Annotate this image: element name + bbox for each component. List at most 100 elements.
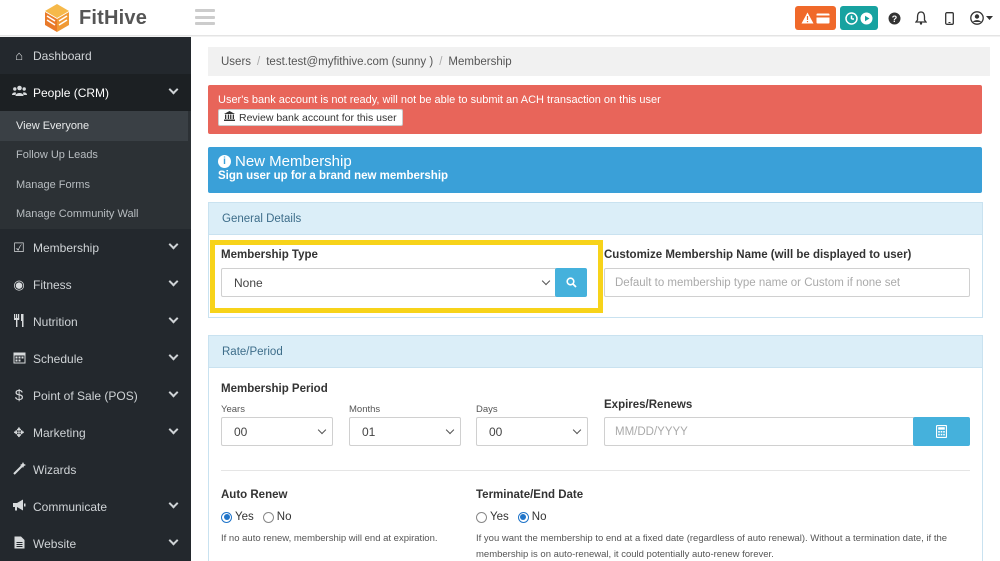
bank-alert-message: User's bank account is not ready, will n… (218, 94, 661, 106)
chevron-down-icon (168, 84, 179, 95)
review-bank-account-button[interactable]: Review bank account for this user (218, 109, 403, 126)
notifications-bell-icon[interactable] (912, 9, 930, 27)
terminate-options: Yes No (476, 511, 546, 523)
users-icon (11, 85, 27, 100)
info-icon: i (218, 155, 231, 168)
expires-date-placeholder: MM/DD/YYYY (615, 425, 688, 438)
divider (221, 470, 970, 471)
caret-down-icon (985, 15, 993, 20)
chevron-down-icon (445, 425, 455, 435)
mobile-device-icon[interactable] (940, 9, 958, 27)
sidebar-item-wizards[interactable]: Wizards (0, 451, 191, 488)
sidebar-item-people-crm[interactable]: People (CRM) (0, 74, 191, 111)
bank-icon (224, 111, 235, 124)
chevron-down-icon (168, 387, 179, 398)
terminate-no-label: No (531, 511, 547, 523)
chevron-down-icon (168, 424, 179, 435)
terminate-help: If you want the membership to end at a f… (476, 533, 948, 560)
years-select[interactable]: 00 (221, 417, 333, 446)
chevron-down-icon (168, 276, 179, 287)
sidebar-item-schedule[interactable]: Schedule (0, 340, 191, 377)
chevron-down-icon (168, 313, 179, 324)
chevron-down-icon (168, 350, 179, 361)
days-label: Days (476, 404, 498, 415)
auto-renew-no-label: No (276, 511, 292, 523)
sidebar-item-label: Wizards (33, 462, 77, 477)
sidebar-item-point-of-sale[interactable]: $ Point of Sale (POS) (0, 377, 191, 414)
submenu-item-follow-up-leads[interactable]: Follow Up Leads (0, 141, 191, 171)
alerts-button[interactable] (795, 6, 836, 30)
crosshairs-icon: ✥ (13, 424, 25, 440)
new-membership-title: New Membership (235, 153, 352, 170)
clock-icon (845, 11, 858, 25)
sidebar-item-label: Marketing (33, 425, 86, 440)
sidebar-item-label: Website (33, 536, 77, 551)
timer-play-button[interactable] (840, 6, 878, 30)
sidebar-item-label: Fitness (33, 277, 72, 292)
help-icon[interactable]: ? (885, 9, 903, 27)
user-account-icon[interactable] (968, 9, 994, 27)
years-label: Years (221, 404, 245, 415)
svg-text:?: ? (891, 14, 897, 24)
menu-toggle-icon[interactable] (195, 9, 215, 25)
breadcrumb: Users / test.test@myfithive.com (sunny )… (208, 47, 990, 76)
sidebar-item-nutrition[interactable]: Nutrition (0, 303, 191, 340)
people-submenu: View Everyone Follow Up Leads Manage For… (0, 111, 191, 229)
submenu-item-manage-community-wall[interactable]: Manage Community Wall (0, 200, 191, 230)
auto-renew-yes-label: Yes (235, 511, 254, 523)
check-square-icon: ☑ (13, 239, 25, 255)
rate-period-panel: Rate/Period (208, 335, 983, 561)
sidebar-item-fitness[interactable]: ◉ Fitness (0, 266, 191, 303)
submenu-item-view-everyone[interactable]: View Everyone (0, 111, 188, 141)
sidebar-item-label: People (CRM) (33, 85, 110, 100)
months-label: Months (349, 404, 381, 415)
expires-date-input[interactable]: MM/DD/YYYY (604, 417, 915, 446)
credit-card-icon (816, 13, 830, 23)
megaphone-icon (11, 499, 27, 514)
chevron-down-icon (168, 535, 179, 546)
app-logo[interactable]: FitHive (42, 3, 147, 33)
date-picker-button[interactable] (913, 417, 970, 446)
years-value: 00 (234, 424, 248, 439)
utensils-icon (11, 313, 27, 330)
sidebar-item-label: Nutrition (33, 314, 78, 329)
breadcrumb-current: Membership (448, 55, 512, 68)
terminate-yes-label: Yes (490, 511, 509, 523)
chevron-down-icon (168, 239, 179, 250)
custom-name-label: Customize Membership Name (will be displ… (604, 249, 912, 261)
auto-renew-options: Yes No (221, 511, 291, 523)
terminate-no-radio[interactable] (517, 511, 529, 523)
auto-renew-yes-radio[interactable] (221, 511, 232, 523)
terminate-yes-radio[interactable] (476, 511, 487, 523)
auto-renew-no-radio[interactable] (262, 511, 274, 523)
home-icon: ⌂ (15, 48, 23, 63)
days-select[interactable]: 00 (476, 417, 588, 446)
auto-renew-label: Auto Renew (221, 489, 288, 501)
months-value: 01 (362, 424, 376, 439)
new-membership-subtitle: Sign user up for a brand new membership (218, 170, 449, 182)
sidebar-item-membership[interactable]: ☑ Membership (0, 229, 191, 266)
months-select[interactable]: 01 (349, 417, 461, 446)
breadcrumb-users[interactable]: Users (221, 56, 251, 68)
chevron-down-icon (572, 425, 582, 435)
days-value: 00 (489, 424, 503, 439)
auto-renew-help: If no auto renew, membership will end at… (221, 533, 438, 544)
file-icon (11, 536, 27, 552)
chevron-down-icon (317, 425, 327, 435)
app-name: FitHive (79, 6, 148, 29)
sidebar-item-dashboard[interactable]: ⌂ Dashboard (0, 37, 191, 74)
sidebar-item-marketing[interactable]: ✥ Marketing (0, 414, 191, 451)
new-membership-banner: i New Membership Sign user up for a brand… (208, 147, 982, 193)
sidebar-item-label: Schedule (33, 351, 84, 366)
submenu-item-manage-forms[interactable]: Manage Forms (0, 170, 191, 200)
sidebar-item-website[interactable]: Website (0, 525, 191, 561)
sidebar-item-label: Communicate (33, 499, 108, 514)
sidebar-item-communicate[interactable]: Communicate (0, 488, 191, 525)
sidebar-item-label: Point of Sale (POS) (33, 388, 138, 403)
person-circle-icon: ◉ (13, 276, 25, 292)
breadcrumb-account[interactable]: test.test@myfithive.com (sunny ) (266, 56, 433, 68)
custom-name-input[interactable]: Default to membership type name or Custo… (604, 268, 970, 297)
fithive-logo-icon (45, 4, 69, 32)
membership-period-label: Membership Period (221, 383, 328, 395)
calendar-icon (11, 351, 27, 367)
